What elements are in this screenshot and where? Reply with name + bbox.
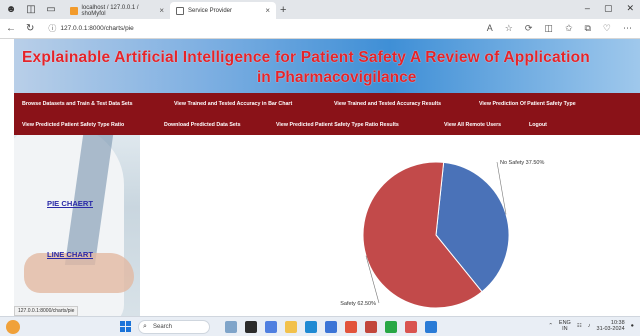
pie-label: No Safety 37.50% [500, 160, 544, 166]
doctor-hand-image [24, 253, 134, 293]
menu-row-2: View Predicted Patient Safety Type Ratio… [14, 114, 640, 135]
language-indicator[interactable]: ENG IN [559, 320, 571, 332]
tab-label: Service Provider [188, 7, 233, 14]
info-icon[interactable]: ⓘ [48, 23, 56, 34]
task-view-icon[interactable] [245, 321, 257, 333]
system-tray: ⌃ ENG IN ☷ ♪ 10:38 31-03-2024 ● [548, 320, 634, 332]
menu-row-1: Browse Datasets and Train & Test Data Se… [14, 93, 640, 114]
url-field[interactable]: 127.0.0.1:8000/charts/pie [60, 25, 133, 32]
window-controls: – ▢ ✕ [585, 3, 634, 14]
tab-favicon-icon [176, 6, 184, 15]
browser-toolbar-icons: A ☆ ⟳ ◫ ✩ ⧉ ♡ ⋯ [487, 23, 632, 34]
main-menu: Browse Datasets and Train & Test Data Se… [14, 93, 640, 135]
pie-chart-link[interactable]: PIE CHAERT [47, 199, 93, 208]
maximize-icon[interactable]: ▢ [604, 3, 613, 14]
menu-accuracy-bar-chart[interactable]: View Trained and Tested Accuracy in Bar … [174, 101, 292, 107]
search-placeholder: Search [153, 324, 173, 330]
status-bar-url: 127.0.0.1:8000/charts/pie [14, 306, 79, 316]
menu-download-predicted[interactable]: Download Predicted Data Sets [164, 122, 241, 128]
page-title-line1: Explainable Artificial Intelligence for … [22, 49, 590, 66]
volume-icon[interactable]: ♪ [588, 323, 591, 329]
pie-label: Safety 62.50% [340, 301, 376, 307]
minimize-icon[interactable]: – [585, 3, 590, 14]
workspaces-icon[interactable]: ◫ [24, 4, 38, 16]
tab-phpmyadmin[interactable]: localhost / 127.0.0.1 / shoMyfol × [64, 2, 170, 19]
menu-predicted-ratio[interactable]: View Predicted Patient Safety Type Ratio [22, 122, 124, 128]
favorite-icon[interactable]: ☆ [505, 23, 513, 34]
new-tab-icon[interactable]: + [280, 4, 286, 16]
profile-icon[interactable]: ♡ [603, 23, 611, 34]
pie-chart: No Safety 37.50% Safety 62.50% [340, 160, 544, 309]
collections-icon[interactable]: ⧉ [584, 23, 590, 34]
menu-predicted-ratio-results[interactable]: View Predicted Patient Safety Type Ratio… [276, 122, 399, 128]
store-icon[interactable] [325, 321, 337, 333]
profile-icon[interactable]: ☻ [4, 4, 18, 16]
page-title-line2: in Pharmacovigilance [257, 69, 417, 86]
split-screen-icon[interactable]: ◫ [544, 23, 553, 34]
menu-browse-datasets[interactable]: Browse Datasets and Train & Test Data Se… [22, 101, 133, 107]
chrome-icon[interactable] [385, 321, 397, 333]
notifications-icon[interactable]: ● [631, 323, 634, 329]
tab-actions-icon[interactable]: ▭ [44, 4, 58, 16]
back-icon[interactable]: ← [6, 23, 16, 34]
weather-icon[interactable] [6, 320, 20, 334]
line-chart-link[interactable]: LINE CHART [47, 250, 93, 259]
clock[interactable]: 10:38 31-03-2024 [597, 320, 625, 332]
taskbar: ⌕ Search ⌃ ENG IN ☷ ♪ 10:38 31-03-2024 ● [0, 316, 640, 336]
side-panel: PIE CHAERT LINE CHART [14, 135, 140, 316]
tab-close-icon[interactable]: × [159, 6, 164, 15]
tab-service-provider[interactable]: Service Provider × [170, 2, 276, 19]
chat-icon[interactable] [265, 321, 277, 333]
read-aloud-icon[interactable]: A [487, 23, 493, 34]
close-icon[interactable]: ✕ [626, 3, 634, 14]
app2-icon[interactable] [405, 321, 417, 333]
edge-icon[interactable] [305, 321, 317, 333]
file-explorer-icon[interactable] [285, 321, 297, 333]
taskbar-search[interactable]: ⌕ Search [138, 320, 210, 334]
chevron-up-icon[interactable]: ⌃ [548, 323, 553, 329]
menu-remote-users[interactable]: View All Remote Users [444, 122, 501, 128]
opera-icon[interactable] [365, 321, 377, 333]
refresh-icon[interactable]: ↻ [26, 23, 34, 34]
widgets-icon[interactable] [225, 321, 237, 333]
address-bar: ← ↻ ⓘ 127.0.0.1:8000/charts/pie A ☆ ⟳ ◫ … [0, 19, 640, 39]
windows-start-icon[interactable] [120, 321, 132, 333]
extensions-icon[interactable]: ⟳ [525, 23, 533, 34]
tab-favicon-icon [70, 6, 78, 15]
menu-prediction-type[interactable]: View Prediction Of Patient Safety Type [479, 101, 576, 107]
menu-accuracy-results[interactable]: View Trained and Tested Accuracy Results [334, 101, 441, 107]
menu-logout[interactable]: Logout [529, 122, 547, 128]
more-icon[interactable]: ⋯ [623, 23, 632, 34]
tab-label: localhost / 127.0.0.1 / shoMyfol [81, 4, 139, 17]
vscode-icon[interactable] [425, 321, 437, 333]
wifi-icon[interactable]: ☷ [577, 323, 582, 329]
app-icon[interactable] [345, 321, 357, 333]
favorites-icon[interactable]: ✩ [565, 23, 573, 34]
browser-tab-bar: ☻ ◫ ▭ localhost / 127.0.0.1 / shoMyfol ×… [0, 0, 640, 19]
tab-close-icon[interactable]: × [265, 6, 270, 15]
page-banner: Explainable Artificial Intelligence for … [14, 39, 640, 93]
pie-chart-area: No Safety 37.50% Safety 62.50% [140, 135, 640, 316]
search-icon: ⌕ [143, 323, 147, 330]
